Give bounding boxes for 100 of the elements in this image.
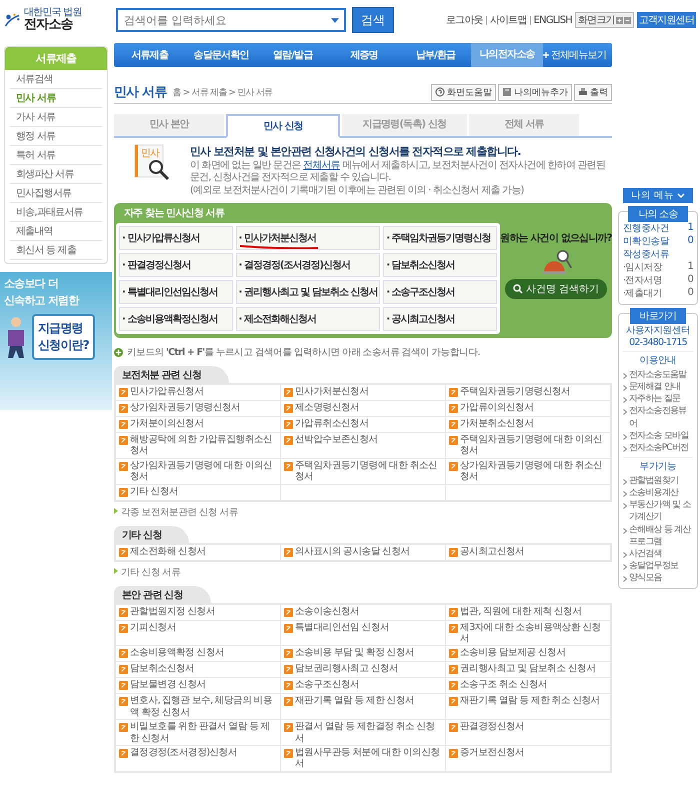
document-link[interactable]: 판결경정신청서 — [460, 721, 524, 733]
document-icon — [449, 388, 458, 397]
document-icon — [284, 697, 293, 706]
utility-link[interactable]: ENGLISH — [534, 14, 572, 26]
shortcut-link[interactable]: 전자소송도움말 — [629, 369, 686, 382]
shortcut-link[interactable]: 문제해결 안내 — [629, 381, 680, 394]
frequent-document-link[interactable]: · 제소전화해신청서 — [236, 307, 380, 331]
dropdown-caret-icon[interactable] — [331, 18, 339, 23]
document-icon — [284, 420, 293, 429]
document-icon — [284, 649, 293, 658]
nav-tab[interactable]: 열람/발급 — [256, 48, 328, 62]
case-status-link[interactable]: ·임시저장 — [623, 261, 662, 274]
side-menu-item[interactable]: 행정 서류 — [10, 127, 102, 146]
all-documents-link[interactable]: 전체서류 — [303, 160, 340, 171]
frequent-document-link[interactable]: · 결정경정(조서경정)신청서 — [236, 253, 380, 277]
frequent-document-link[interactable]: · 민사가처분신청서 — [236, 226, 380, 250]
shortcut-link[interactable]: 송달업무정보 — [629, 560, 678, 572]
shortcut-link[interactable]: 전자소송전용뷰어 — [629, 405, 693, 430]
utility-link[interactable]: 로그아웃 — [446, 13, 483, 27]
side-menu-item[interactable]: 서류검색 — [10, 70, 102, 89]
all-menu-link[interactable]: 전체메뉴보기 — [548, 48, 612, 62]
promo-banner[interactable]: 소송보다 더 신속하고 저렴한 지급명령 신청이란? — [0, 272, 112, 410]
case-count: 1 — [687, 222, 693, 235]
document-icon — [449, 697, 458, 706]
bookmark-icon — [502, 87, 512, 97]
case-status-link[interactable]: 미확인송달 — [623, 235, 670, 248]
case-count: 0 — [687, 274, 693, 287]
search-button[interactable]: 검색 — [352, 7, 394, 33]
question-text: 원하는 사건이 없으십니까? — [500, 232, 612, 245]
logo-name: 전자소송 — [24, 18, 74, 33]
plus-circle-icon — [114, 348, 123, 357]
shortcut-link[interactable]: 전자소송PC버전 — [629, 442, 688, 454]
case-count: 0 — [687, 235, 693, 248]
zoom-out-icon[interactable] — [624, 16, 631, 24]
intro-text: 이 화면에 없는 일반 문건은 전체서류 메뉴에서 제출하시고, 보전처분사건이 전자사건에 한하여 관련된 문건, 신청사건을 전자적으로 제출할 수 있습니다. — [190, 160, 606, 184]
shortcut-link[interactable]: 손해배상 등 계산 프로그램 — [629, 524, 693, 548]
side-menu-item[interactable]: 가사 서류 — [10, 108, 102, 127]
tool-button[interactable]: 나의메뉴추가 — [498, 84, 572, 100]
case-status-link[interactable]: 작성중서류 — [623, 248, 670, 261]
document-icon — [119, 488, 128, 497]
shortcut-link[interactable]: 전자소송 모바일 — [629, 430, 688, 442]
document-icon — [119, 681, 128, 690]
more-documents-link[interactable]: 각종 보전처분관련 신청 서류 — [121, 506, 238, 519]
document-icon — [284, 436, 293, 445]
more-documents-link[interactable]: 기타 신청 서류 — [121, 566, 181, 579]
side-menu-item[interactable]: 제출내역 — [10, 222, 102, 241]
my-menu-button[interactable]: 나의 메뉴 — [622, 188, 694, 203]
document-icon — [284, 404, 293, 413]
case-count: 0 — [687, 287, 693, 300]
shortcut-link[interactable]: 소송비용계산 — [629, 487, 678, 500]
shortcut-link[interactable]: 부동산가액 및 소가계산기 — [629, 499, 693, 524]
banner-card-text: 신청이란? — [38, 337, 89, 354]
document-link[interactable]: 기피신청서 — [130, 622, 176, 633]
font-size-control: 화면크기 — [574, 12, 634, 28]
shortcut-link[interactable]: 자주하는 질문 — [629, 393, 680, 406]
case-search-button[interactable]: 사건명 검색하기 — [504, 279, 608, 299]
frequent-document-link[interactable]: · 판결경정신청서 — [119, 253, 233, 277]
case-status-link[interactable]: ·제출대기 — [623, 287, 662, 300]
support-center-button[interactable]: 고객지원센터 — [636, 12, 696, 28]
frequent-document-link[interactable]: · 민사가압류신청서 — [119, 226, 233, 250]
shortcut-link[interactable]: 양식모음 — [629, 572, 662, 584]
shortcut-link[interactable]: 사건검색 — [629, 548, 662, 560]
side-menu-item[interactable]: 특허 서류 — [10, 146, 102, 165]
search-field[interactable]: 검색어를 입력하세요 — [116, 8, 346, 32]
case-status-link[interactable]: ·전자서명 — [623, 274, 662, 287]
zoom-in-icon[interactable] — [616, 16, 623, 24]
nav-tab[interactable]: 납부/환급 — [400, 48, 472, 62]
document-icon — [449, 420, 458, 429]
document-icon — [449, 649, 458, 658]
case-status-link[interactable]: 진행중사건 — [623, 222, 670, 235]
shortcut-link[interactable]: 관할법원찾기 — [629, 474, 678, 488]
document-icon — [449, 548, 458, 557]
frequent-document-link[interactable]: · 특별대리인선임신청서 — [119, 280, 233, 304]
frequent-document-link[interactable]: · 담보취소신청서 — [383, 253, 497, 277]
nav-tab[interactable]: 제증명 — [328, 48, 400, 62]
document-icon — [284, 665, 293, 674]
side-menu-item[interactable]: 회생파산 서류 — [10, 165, 102, 184]
document-icon — [449, 436, 458, 445]
frequent-document-link[interactable]: · 소송구조신청서 — [383, 280, 497, 304]
frequent-document-link[interactable]: · 공시최고신청서 — [383, 307, 497, 331]
menu-title: 서류제출 — [5, 47, 107, 70]
document-icon — [119, 404, 128, 413]
side-menu-item[interactable]: 비송,과태료서류 — [10, 203, 102, 222]
document-icon — [119, 665, 128, 674]
frequent-document-link[interactable]: · 소송비용액확정신청서 — [119, 307, 233, 331]
tool-button[interactable]: 출력 — [574, 84, 612, 100]
frequent-document-link[interactable]: · 주택임차권등기명령신청 — [383, 226, 497, 250]
document-link[interactable]: 증거보전신청서 — [460, 746, 524, 758]
document-icon — [119, 462, 128, 471]
document-icon — [284, 388, 293, 397]
tool-button[interactable]: 화면도움말 — [431, 84, 496, 100]
side-menu-item[interactable]: 민사집행서류 — [10, 184, 102, 203]
section-title: 기타 신청 — [114, 526, 190, 543]
nav-tab[interactable]: 서류제출 — [114, 48, 186, 62]
frequent-document-link[interactable]: · 권리행사최고 및 담보취소 신청서 — [236, 280, 380, 304]
content-tab[interactable]: 민사 신청 — [226, 114, 340, 138]
utility-link[interactable]: 사이트맵 — [490, 13, 527, 27]
nav-tab[interactable]: 송달문서확인 — [185, 48, 257, 62]
arrow-icon — [114, 568, 118, 574]
side-menu-item[interactable]: 회신서 등 제출 — [10, 241, 102, 260]
